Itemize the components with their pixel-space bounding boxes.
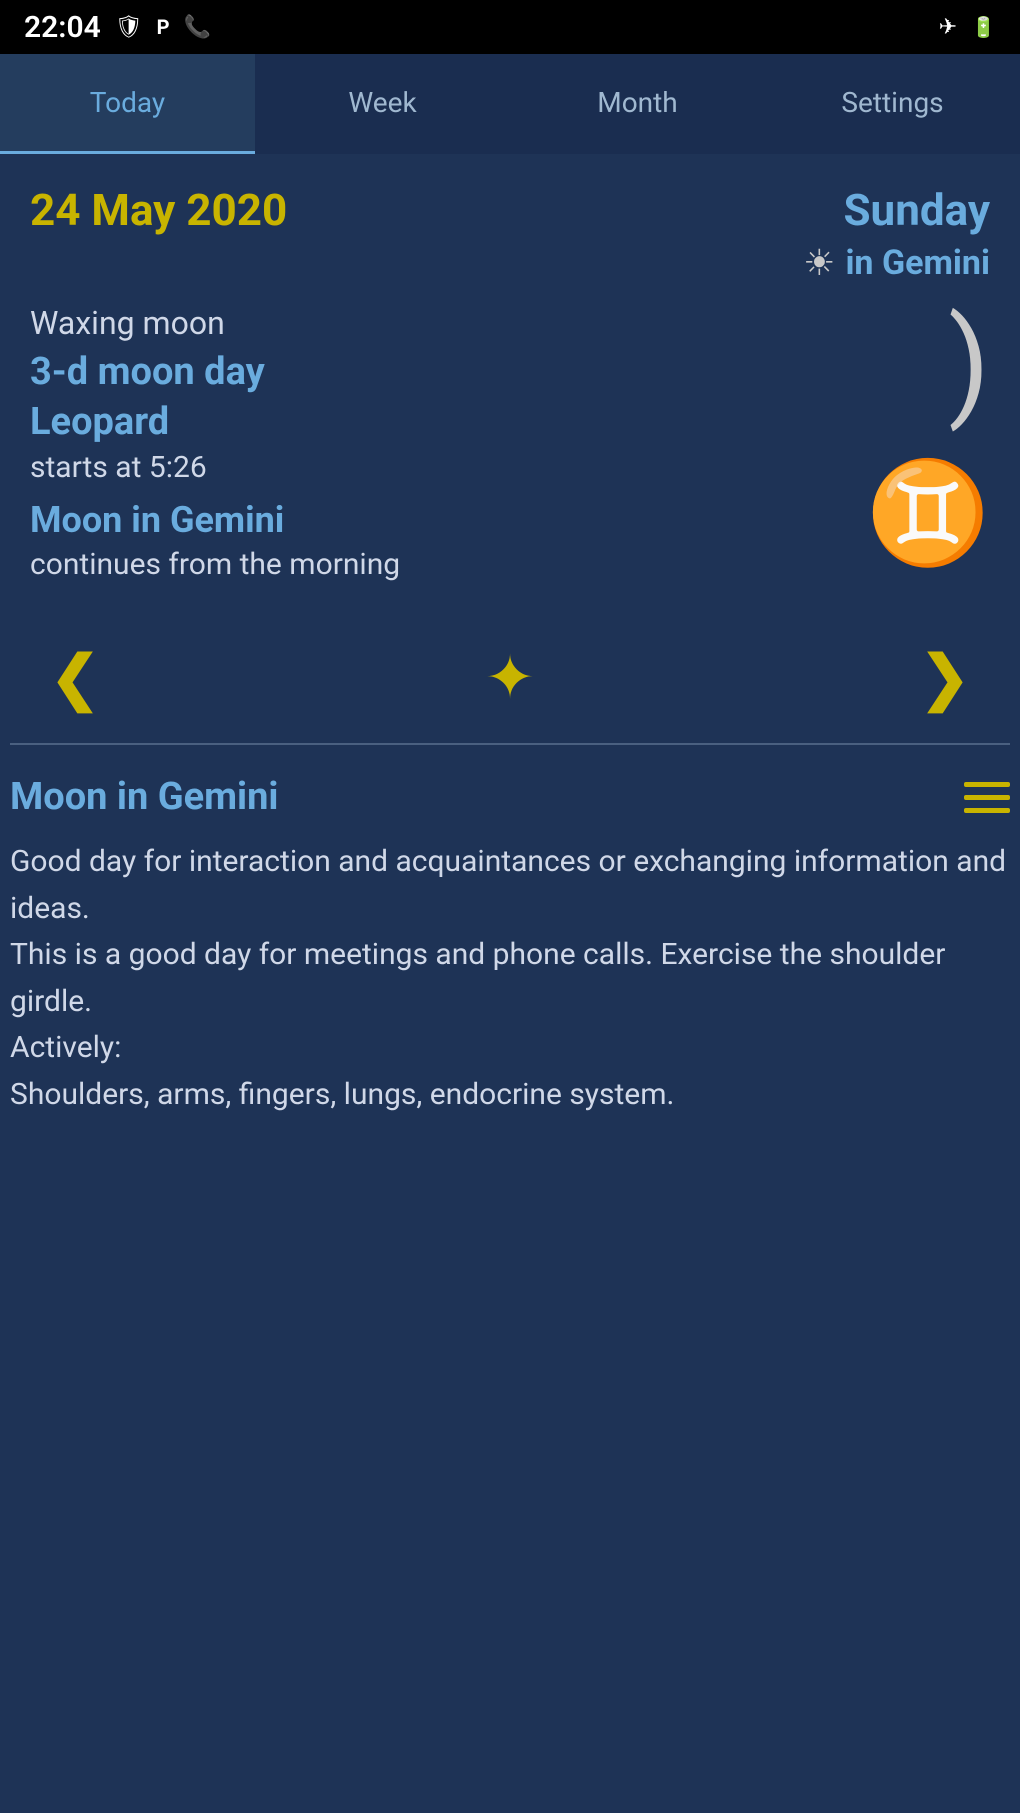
sun-sign: ☀ in Gemini <box>803 242 990 284</box>
menu-line-2 <box>964 795 1010 800</box>
gemini-title: Moon in Gemini <box>10 775 278 819</box>
gemini-header: Moon in Gemini <box>10 775 1010 819</box>
sun-sign-text: in Gemini <box>845 243 990 283</box>
status-bar: 22:04 🛡 P 📞 ✈ 🔋 <box>0 0 1020 54</box>
menu-line-3 <box>964 808 1010 813</box>
tab-week[interactable]: Week <box>255 54 510 154</box>
gemini-section: Moon in Gemini Good day for interaction … <box>0 745 1020 1148</box>
phone-icon: 📞 <box>184 15 211 40</box>
moon-continues-label: continues from the morning <box>30 547 990 582</box>
star-icon: ✦ <box>485 642 535 713</box>
moon-day-label: 3-d moon day <box>30 350 990 394</box>
airplane-icon: ✈ <box>939 15 957 40</box>
moon-sign-label: Moon in Gemini <box>30 499 990 541</box>
date-header: 24 May 2020 Sunday ☀ in Gemini <box>30 184 990 284</box>
menu-icon[interactable] <box>964 782 1010 813</box>
nav-arrows: ❮ ✦ ❯ <box>30 612 990 743</box>
starts-at-label: starts at 5:26 <box>30 450 990 485</box>
sun-icon: ☀ <box>803 242 835 284</box>
battery-icon: 🔋 <box>971 15 996 39</box>
gemini-description: Good day for interaction and acquaintanc… <box>10 839 1010 1118</box>
next-arrow[interactable]: ❯ <box>920 642 970 713</box>
date-title: 24 May 2020 <box>30 184 287 236</box>
moon-section: ) Waxing moon 3-d moon day Leopard start… <box>30 304 990 582</box>
shield-icon: 🛡 <box>115 15 143 40</box>
parking-icon: P <box>157 15 170 39</box>
status-left: 22:04 🛡 P 📞 <box>24 10 211 45</box>
main-content: 24 May 2020 Sunday ☀ in Gemini ) Waxing … <box>0 154 1020 743</box>
waxing-moon-label: Waxing moon <box>30 304 990 342</box>
status-time: 22:04 <box>24 10 101 45</box>
gemini-symbol: ♊ <box>865 455 990 572</box>
tab-settings[interactable]: Settings <box>765 54 1020 154</box>
day-name: Sunday <box>803 184 990 236</box>
prev-arrow[interactable]: ❮ <box>50 642 100 713</box>
status-right: ✈ 🔋 <box>939 15 996 40</box>
tab-month[interactable]: Month <box>510 54 765 154</box>
waxing-moon-symbol: ) <box>948 304 990 424</box>
menu-line-1 <box>964 782 1010 787</box>
moon-animal-label: Leopard <box>30 400 990 444</box>
tab-today[interactable]: Today <box>0 54 255 154</box>
nav-tabs: Today Week Month Settings <box>0 54 1020 154</box>
day-info: Sunday ☀ in Gemini <box>803 184 990 284</box>
